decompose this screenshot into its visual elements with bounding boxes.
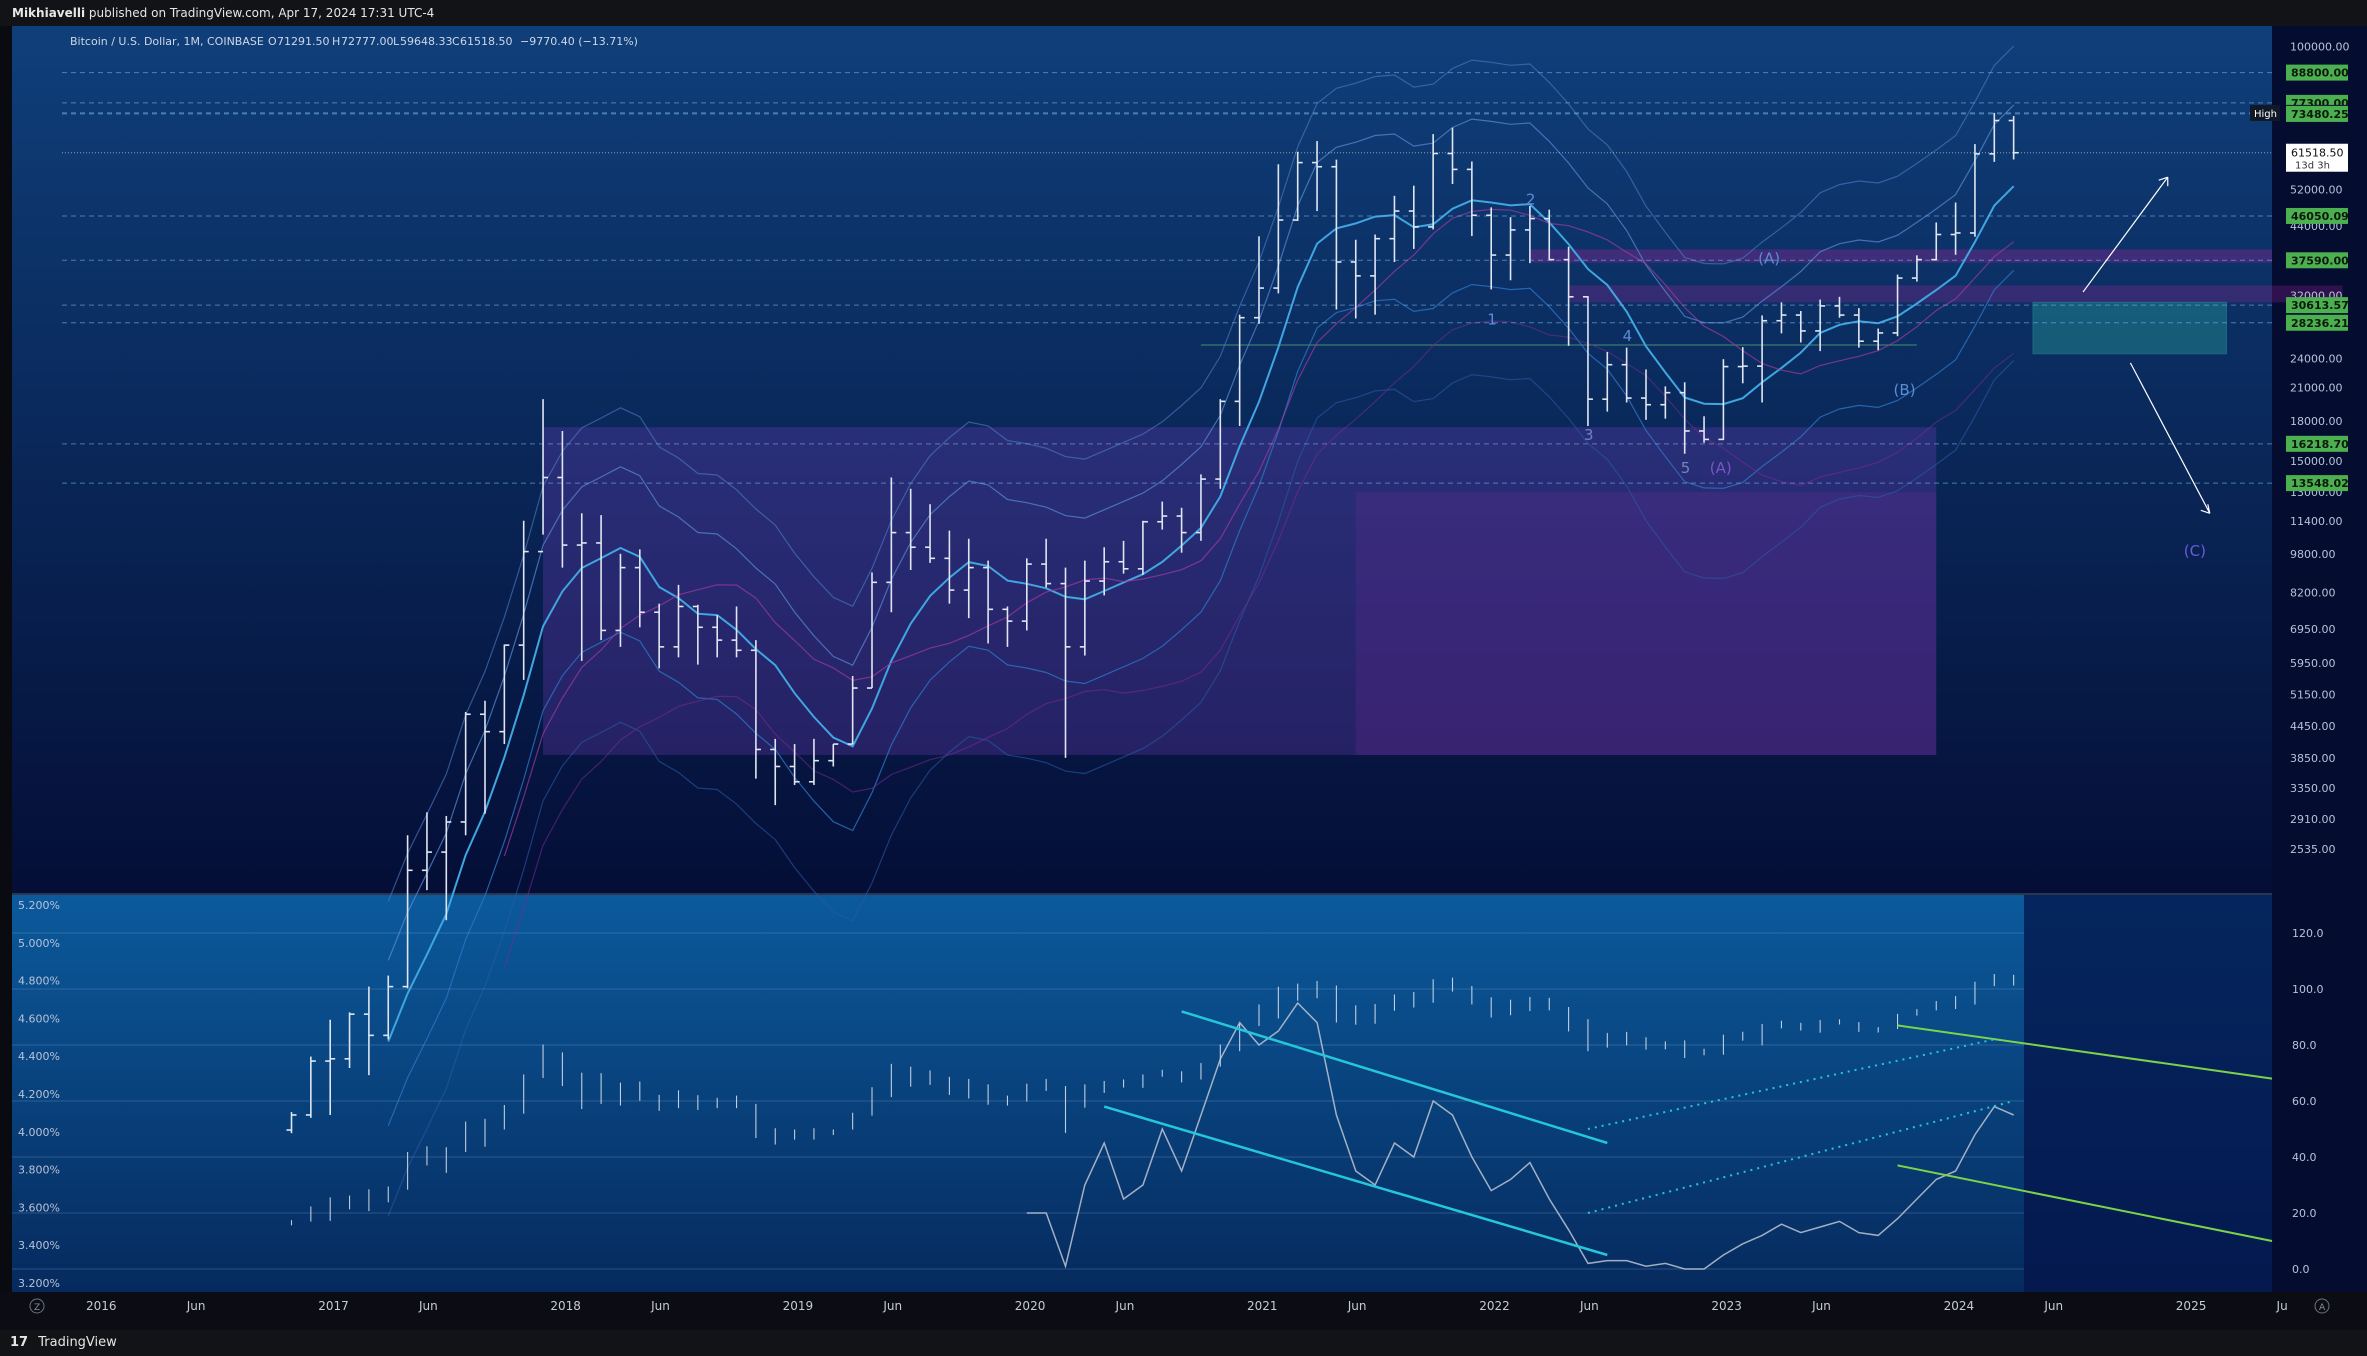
legend-high-value: 72777.00 xyxy=(341,35,394,48)
wave-label-7: (B) xyxy=(1894,381,1916,399)
time-tick-9: 2020 xyxy=(1015,1299,1046,1313)
time-tick-12: Jun xyxy=(1347,1299,1367,1313)
time-tick-6: Jun xyxy=(650,1299,670,1313)
pct-tick-5: 4.400% xyxy=(18,1050,60,1063)
time-tick-3: 2017 xyxy=(318,1299,349,1313)
pct-tick-1: 5.200% xyxy=(18,899,60,912)
price-tick-12: 8200.00 xyxy=(2290,587,2336,600)
osc-tick-7: 0.0 xyxy=(2292,1263,2310,1276)
wave-label-5: 5 xyxy=(1681,459,1691,477)
osc-tick-5: 40.0 xyxy=(2292,1151,2317,1164)
bear-range-box xyxy=(1355,492,1937,755)
price-tick-5: 24000.00 xyxy=(2290,352,2343,365)
pct-tick-10: 3.400% xyxy=(18,1239,60,1252)
pct-tick-8: 3.800% xyxy=(18,1164,60,1177)
pct-tick-2: 5.000% xyxy=(18,937,60,950)
osc-tick-3: 80.0 xyxy=(2292,1039,2317,1052)
price-label-7: 37590.00 xyxy=(2291,254,2349,267)
price-tick-15: 5150.00 xyxy=(2290,688,2336,701)
resistance-zone-lower xyxy=(1568,285,2343,303)
oscillator-future-area xyxy=(2024,894,2272,1292)
oscillator-pane-background xyxy=(12,894,2272,1292)
price-label-4: 73480.25 xyxy=(2291,108,2349,121)
legend-low-value: 59648.33 xyxy=(400,35,453,48)
price-label-6: 46050.09 xyxy=(2291,210,2349,223)
price-tick-14: 5950.00 xyxy=(2290,657,2336,670)
time-tick-5: 2018 xyxy=(550,1299,581,1313)
pct-tick-3: 4.800% xyxy=(18,975,60,988)
wave-label-4: 4 xyxy=(1623,327,1633,345)
price-tick-20: 2535.00 xyxy=(2290,843,2336,856)
price-label-10: 16218.70 xyxy=(2291,438,2349,451)
time-axis-background xyxy=(0,1292,2367,1330)
time-tick-4: Jun xyxy=(418,1299,438,1313)
price-tick-6: 21000.00 xyxy=(2290,381,2343,394)
osc-tick-6: 20.0 xyxy=(2292,1207,2317,1220)
price-tick-16: 4450.00 xyxy=(2290,720,2336,733)
time-tick-8: Jun xyxy=(882,1299,902,1313)
price-tick-17: 3850.00 xyxy=(2290,752,2336,765)
pct-tick-6: 4.200% xyxy=(18,1088,60,1101)
price-tick-10: 11400.00 xyxy=(2290,515,2343,528)
time-tick-7: 2019 xyxy=(783,1299,814,1313)
left-axis-strip xyxy=(0,26,12,1330)
price-tick-8: 15000.00 xyxy=(2290,455,2343,468)
price-tick-2: 52000.00 xyxy=(2290,183,2343,196)
auto-scale-glyph: A xyxy=(2319,1303,2326,1313)
target-zone-box xyxy=(2032,301,2227,355)
wave-label-9: (A) xyxy=(1710,459,1732,477)
price-tick-13: 6950.00 xyxy=(2290,623,2336,636)
time-tick-14: Jun xyxy=(1579,1299,1599,1313)
price-tick-19: 2910.00 xyxy=(2290,813,2336,826)
high-tag-label: High xyxy=(2254,109,2277,120)
price-label-11: 13548.02 xyxy=(2291,477,2349,490)
pct-tick-9: 3.600% xyxy=(18,1201,60,1214)
price-tick-7: 18000.00 xyxy=(2290,415,2343,428)
legend-low-label: L xyxy=(393,35,400,48)
time-tick-18: Jun xyxy=(2043,1299,2063,1313)
pct-tick-11: 3.200% xyxy=(18,1277,60,1290)
legend-open-value: 71291.50 xyxy=(277,35,330,48)
wave-label-8: (C) xyxy=(2184,542,2206,560)
tradingview-logo-icon: 17 xyxy=(10,1335,29,1350)
last-price-tag: 61518.50 xyxy=(2291,147,2344,160)
zoom-toggle-glyph: Z xyxy=(34,1303,40,1313)
chart-canvas[interactable]: 12345(A)(B)(C)(A) 100000.0052000.0044000… xyxy=(0,0,2367,1356)
legend-close-label: C xyxy=(452,35,460,48)
osc-tick-4: 60.0 xyxy=(2292,1095,2317,1108)
time-tick-19: 2025 xyxy=(2176,1299,2207,1313)
time-tick-11: 2021 xyxy=(1247,1299,1278,1313)
wave-label-2: 2 xyxy=(1526,191,1536,209)
price-label-9: 28236.21 xyxy=(2291,317,2349,330)
price-label-1: 88800.00 xyxy=(2291,67,2349,80)
price-tick-11: 9800.00 xyxy=(2290,548,2336,561)
osc-tick-1: 120.0 xyxy=(2292,927,2324,940)
symbol-name: Bitcoin / U.S. Dollar, 1M, COINBASE xyxy=(70,35,264,48)
price-tick-18: 3350.00 xyxy=(2290,782,2336,795)
wave-label-1: 1 xyxy=(1487,311,1497,329)
time-tick-20: Ju xyxy=(2276,1299,2288,1313)
time-tick-15: 2023 xyxy=(1711,1299,1742,1313)
wave-label-3: 3 xyxy=(1584,426,1594,444)
legend-change: −9770.40 (−13.71%) xyxy=(520,35,638,48)
legend-close-value: 61518.50 xyxy=(460,35,513,48)
time-tick-16: Jun xyxy=(1811,1299,1831,1313)
last-price-countdown: 13d 3h xyxy=(2295,161,2330,172)
time-tick-10: Jun xyxy=(1115,1299,1135,1313)
price-tick-1: 100000.00 xyxy=(2290,41,2350,54)
pct-tick-7: 4.000% xyxy=(18,1126,60,1139)
footer-bar: 17 TradingView xyxy=(0,1330,2367,1356)
time-tick-1: 2016 xyxy=(86,1299,117,1313)
legend-high-label: H xyxy=(332,35,340,48)
time-tick-13: 2022 xyxy=(1479,1299,1510,1313)
osc-tick-2: 100.0 xyxy=(2292,983,2324,996)
time-tick-2: Jun xyxy=(186,1299,206,1313)
time-tick-17: 2024 xyxy=(1944,1299,1975,1313)
footer-brand[interactable]: TradingView xyxy=(38,1335,117,1350)
pct-tick-4: 4.600% xyxy=(18,1012,60,1025)
price-label-8: 30613.57 xyxy=(2291,299,2349,312)
legend-open-label: O xyxy=(268,35,277,48)
wave-label-6: (A) xyxy=(1758,250,1780,268)
